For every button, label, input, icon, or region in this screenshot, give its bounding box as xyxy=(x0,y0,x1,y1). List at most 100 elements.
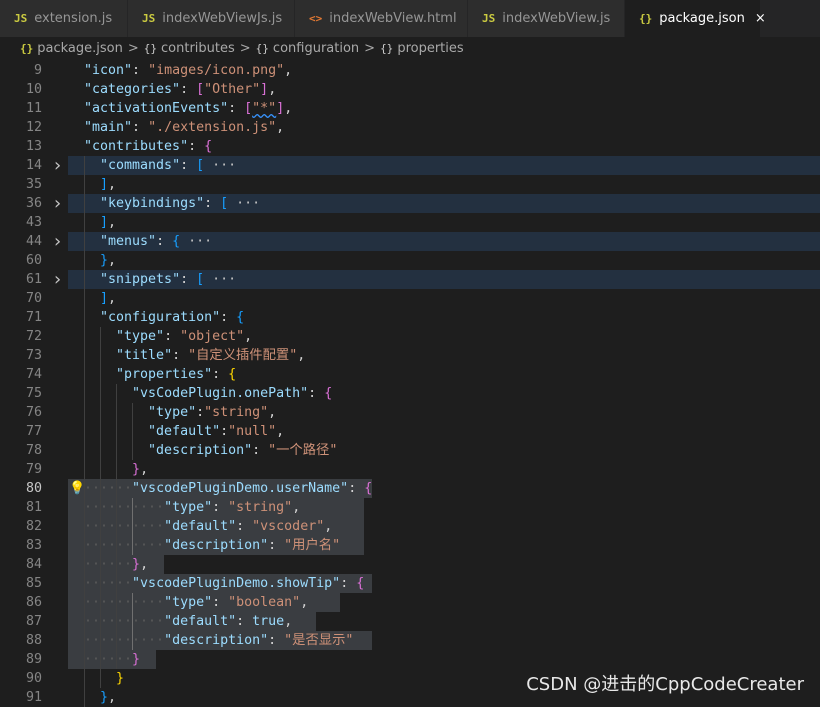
code-line[interactable]: 35 ], xyxy=(0,175,820,194)
chevron-right-icon[interactable]: › xyxy=(52,156,64,175)
line-number: 43 xyxy=(25,215,42,230)
line-number: 78 xyxy=(25,443,42,458)
code-line[interactable]: 81 ··········"type": "string", xyxy=(0,498,820,517)
breadcrumb-item[interactable]: contributes xyxy=(161,41,235,56)
code-text: "properties": { xyxy=(116,367,237,382)
indent-guide xyxy=(84,156,85,707)
code-line[interactable]: 72 "type": "object", xyxy=(0,327,820,346)
line-number: 77 xyxy=(25,424,42,439)
breadcrumb-item[interactable]: configuration xyxy=(273,41,359,56)
code-text: "snippets": [ ··· xyxy=(100,272,237,287)
tab-extension-js[interactable]: JS extension.js xyxy=(0,0,128,37)
chevron-right-icon[interactable]: › xyxy=(52,194,64,213)
code-text: ······"vscodePluginDemo.showTip": { xyxy=(84,576,365,591)
code-line[interactable]: 74 "properties": { xyxy=(0,365,820,384)
indent-guide xyxy=(132,593,133,650)
tab-package-json[interactable]: {} package.json × xyxy=(625,0,766,37)
code-text: "categories": ["Other"], xyxy=(84,82,277,97)
line-number: 76 xyxy=(25,405,42,420)
code-line[interactable]: 89 ······} xyxy=(0,650,820,669)
code-line[interactable]: 9 "icon": "images/icon.png", xyxy=(0,61,820,80)
chevron-right-icon[interactable]: › xyxy=(52,232,64,251)
code-line[interactable]: 36 › "keybindings": [ ··· xyxy=(0,194,820,213)
code-text: } xyxy=(116,671,125,686)
chevron-right-icon: > xyxy=(127,40,139,56)
line-number: 44 xyxy=(25,234,42,249)
line-number: 89 xyxy=(25,652,42,667)
js-file-icon: JS xyxy=(482,12,496,25)
code-editor[interactable]: 9 "icon": "images/icon.png", 10 "categories… xyxy=(0,59,820,707)
code-line[interactable]: 76 "type":"string", xyxy=(0,403,820,422)
code-line[interactable]: 82 ··········"default": "vscoder", xyxy=(0,517,820,536)
code-line[interactable]: 88 ··········"description": "是否显示" xyxy=(0,631,820,650)
editor-tab-bar: JS extension.js JS indexWebViewJs.js <> … xyxy=(0,0,820,37)
line-number: 12 xyxy=(25,120,42,135)
line-number: 72 xyxy=(25,329,42,344)
close-icon[interactable]: × xyxy=(755,11,766,26)
code-line[interactable]: 79 }, xyxy=(0,460,820,479)
tab-indexwebview-html[interactable]: <> indexWebView.html xyxy=(295,0,468,37)
code-line[interactable]: 83 ··········"description": "用户名" xyxy=(0,536,820,555)
code-text: "menus": { ··· xyxy=(100,234,213,249)
code-line[interactable]: 14 › "commands": [ ··· xyxy=(0,156,820,175)
code-line[interactable]: 11 "activationEvents": ["*"], xyxy=(0,99,820,118)
line-number: 71 xyxy=(25,310,42,325)
code-text: "default":"null", xyxy=(148,424,285,439)
code-line[interactable]: 87 ··········"default": true, xyxy=(0,612,820,631)
json-file-icon: {} xyxy=(639,12,653,25)
code-text: "vsCodePlugin.onePath": { xyxy=(132,386,333,401)
code-line[interactable]: 70 ], xyxy=(0,289,820,308)
code-text: "description": "一个路径" xyxy=(148,443,338,458)
breadcrumb-item[interactable]: properties xyxy=(397,41,463,56)
tab-indexwebview-js[interactable]: JS indexWebView.js xyxy=(468,0,625,37)
code-line[interactable]: 77 "default":"null", xyxy=(0,422,820,441)
code-text: ······} xyxy=(84,652,141,667)
code-line[interactable]: 86 ··········"type": "boolean", xyxy=(0,593,820,612)
code-line[interactable]: 80 💡 ······"vscodePluginDemo.userName": { xyxy=(0,479,820,498)
tab-indexwebviewjs-js[interactable]: JS indexWebViewJs.js xyxy=(128,0,295,37)
lightbulb-icon[interactable]: 💡 xyxy=(69,479,85,498)
code-text: "title": "自定义插件配置", xyxy=(116,348,306,363)
code-line[interactable]: 12 "main": "./extension.js", xyxy=(0,118,820,137)
code-line[interactable]: 44 › "menus": { ··· xyxy=(0,232,820,251)
line-number: 35 xyxy=(25,177,42,192)
js-file-icon: JS xyxy=(142,12,156,25)
line-number: 79 xyxy=(25,462,42,477)
line-number: 74 xyxy=(25,367,42,382)
tab-label: indexWebView.html xyxy=(329,11,457,26)
code-text: ], xyxy=(100,215,117,230)
js-file-icon: JS xyxy=(14,12,28,25)
html-file-icon: <> xyxy=(309,12,323,25)
chevron-right-icon[interactable]: › xyxy=(52,270,64,289)
code-line[interactable]: 73 "title": "自定义插件配置", xyxy=(0,346,820,365)
breadcrumb-file[interactable]: package.json xyxy=(37,41,123,56)
code-line[interactable]: 78 "description": "一个路径" xyxy=(0,441,820,460)
line-number: 80 xyxy=(25,481,42,496)
code-text: ··········"description": "用户名" xyxy=(84,538,341,553)
code-text: }, xyxy=(100,253,117,268)
code-line[interactable]: 75 "vsCodePlugin.onePath": { xyxy=(0,384,820,403)
code-line[interactable]: 60 }, xyxy=(0,251,820,270)
line-number: 61 xyxy=(25,272,42,287)
code-text: ], xyxy=(100,177,117,192)
code-text: "commands": [ ··· xyxy=(100,158,237,173)
line-number: 13 xyxy=(25,139,42,154)
tab-label: indexWebView.js xyxy=(502,11,611,26)
line-number: 87 xyxy=(25,614,42,629)
line-number: 75 xyxy=(25,386,42,401)
code-text: "activationEvents": ["*"], xyxy=(84,101,293,116)
code-line[interactable]: 43 ], xyxy=(0,213,820,232)
code-line[interactable]: 13 "contributes": { xyxy=(0,137,820,156)
code-text: "type": "object", xyxy=(116,329,253,344)
indent-guide xyxy=(116,384,117,669)
code-line[interactable]: 61 › "snippets": [ ··· xyxy=(0,270,820,289)
code-text: ······"vscodePluginDemo.userName": { xyxy=(84,481,373,496)
line-number: 9 xyxy=(33,63,42,78)
code-line[interactable]: 84 ······}, xyxy=(0,555,820,574)
code-line[interactable]: 71 "configuration": { xyxy=(0,308,820,327)
watermark: CSDN @进击的CppCodeCreater xyxy=(526,674,804,695)
code-line[interactable]: 85 ······"vscodePluginDemo.showTip": { xyxy=(0,574,820,593)
code-line[interactable]: 10 "categories": ["Other"], xyxy=(0,80,820,99)
object-icon: {} xyxy=(143,41,157,55)
object-icon: {} xyxy=(380,41,394,55)
